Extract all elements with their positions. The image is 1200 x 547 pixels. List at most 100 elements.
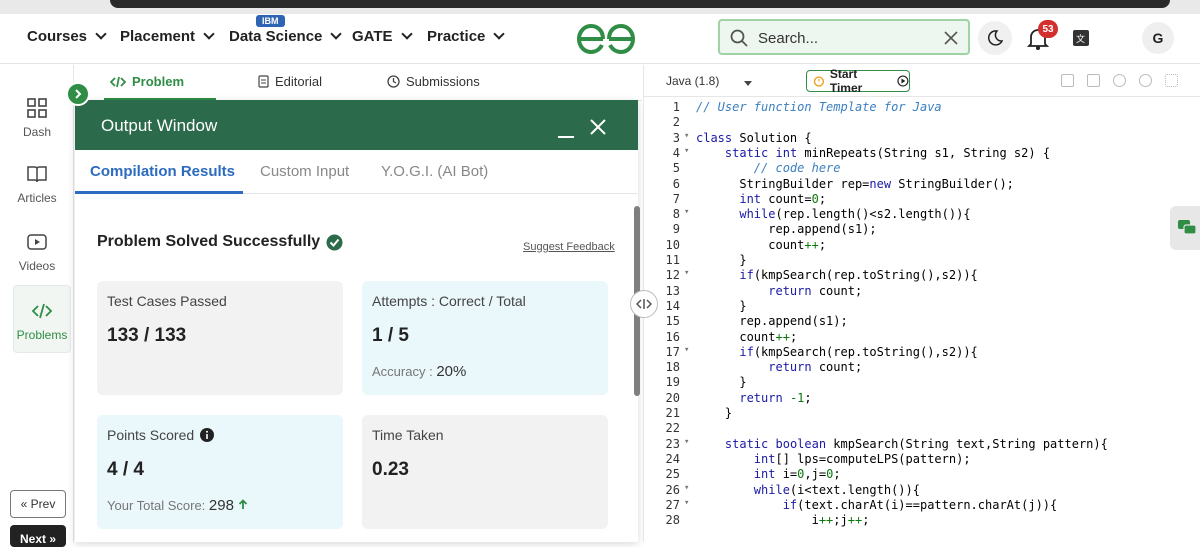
code-line[interactable]: 20 return -1; <box>644 391 1200 406</box>
code-line[interactable]: 18 return count; <box>644 360 1200 375</box>
fold-arrow-icon[interactable]: ▾ <box>684 207 689 217</box>
panel-resize-handle[interactable] <box>630 290 658 318</box>
code-line[interactable]: 17 ▾ if(kmpSearch(rep.toString(),s2)){ <box>644 345 1200 360</box>
nav-data-science-label: Data Science <box>229 28 323 45</box>
language-select[interactable]: Java (1.8) <box>666 74 719 88</box>
tab-custom-input[interactable]: Custom Input <box>260 163 349 180</box>
clear-search-icon[interactable] <box>944 31 958 45</box>
next-button[interactable]: Next » <box>10 525 66 547</box>
points-label-wrap: Points Scored <box>107 427 215 443</box>
nav-practice[interactable]: Practice <box>427 28 506 45</box>
ibm-badge: IBM <box>256 15 285 27</box>
sidebar-item-videos[interactable]: Videos <box>0 231 74 273</box>
tab-submissions[interactable]: Submissions <box>387 74 480 89</box>
line-number: 25 <box>665 467 680 482</box>
copy-icon[interactable] <box>1061 74 1074 87</box>
status-message: Problem Solved Successfully <box>97 233 343 251</box>
translate-icon[interactable]: 文 <box>1072 29 1090 47</box>
document-icon <box>258 75 269 88</box>
code-line[interactable]: 15 rep.append(s1); <box>644 314 1200 329</box>
code-line[interactable]: 22 <box>644 421 1200 436</box>
sidebar-item-articles[interactable]: Articles <box>0 163 74 205</box>
code-line[interactable]: 23 ▾ static boolean kmpSearch(String text… <box>644 437 1200 452</box>
grid-icon <box>27 98 47 118</box>
dark-mode-toggle[interactable] <box>978 21 1012 55</box>
chat-button[interactable] <box>1170 206 1200 250</box>
gfg-logo-icon[interactable] <box>575 22 637 56</box>
code-line[interactable]: 10 count++; <box>644 238 1200 253</box>
code-line[interactable]: 14 } <box>644 299 1200 314</box>
tab-editorial[interactable]: Editorial <box>258 74 322 89</box>
code-line[interactable]: 3 ▾ class Solution { <box>644 131 1200 146</box>
line-number: 22 <box>665 421 680 436</box>
nav-courses[interactable]: Courses <box>27 28 107 45</box>
tab-problem[interactable]: Problem <box>110 74 184 89</box>
code-line[interactable]: 9 rep.append(s1); <box>644 222 1200 237</box>
sidebar-item-problems[interactable]: Problems <box>13 285 71 353</box>
code-line[interactable]: 19 } <box>644 375 1200 390</box>
fold-arrow-icon[interactable]: ▾ <box>684 437 689 447</box>
fullscreen-icon[interactable] <box>1165 74 1178 87</box>
code-line[interactable]: 5 // code here <box>644 161 1200 176</box>
sidebar-item-label: Dash <box>22 125 51 139</box>
code-text: static int minRepeats(String s1, String … <box>724 145 1051 160</box>
tab-yogi-ai-bot[interactable]: Y.O.G.I. (AI Bot) <box>381 163 488 180</box>
editor-toolbar: Java (1.8) Start Timer <box>643 65 1200 97</box>
start-timer-button[interactable]: Start Timer <box>806 67 910 95</box>
line-number: 27 <box>665 497 680 512</box>
suggest-feedback-link[interactable]: Suggest Feedback <box>523 241 615 253</box>
code-line[interactable]: 12 ▾ if(kmpSearch(rep.toString(),s2)){ <box>644 268 1200 283</box>
status-text: Problem Solved Successfully <box>97 233 321 250</box>
code-line[interactable]: 21 } <box>644 406 1200 421</box>
notification-badge: 53 <box>1038 20 1058 38</box>
prev-button[interactable]: « Prev <box>10 490 66 518</box>
nav-courses-label: Courses <box>27 28 88 45</box>
search-input[interactable]: Search... <box>758 30 818 47</box>
info-icon[interactable] <box>200 428 215 442</box>
expand-panel-button[interactable] <box>66 82 90 106</box>
code-line[interactable]: 6 StringBuilder rep=new StringBuilder(); <box>644 177 1200 192</box>
code-line[interactable]: 1 // User function Template for Java <box>644 100 1200 115</box>
code-line[interactable]: 2 <box>644 115 1200 130</box>
code-line[interactable]: 13 return count; <box>644 284 1200 299</box>
code-line[interactable]: 28 i++;j++; <box>644 513 1200 528</box>
reset-icon[interactable] <box>1139 74 1152 87</box>
chevron-down-icon <box>493 28 506 40</box>
nav-placement[interactable]: Placement <box>120 28 215 45</box>
avatar[interactable]: G <box>1142 22 1174 54</box>
code-line[interactable]: 24 int[] lps=computeLPS(pattern); <box>644 452 1200 467</box>
tab-compilation-results[interactable]: Compilation Results <box>90 163 235 180</box>
close-icon[interactable] <box>589 118 607 136</box>
nav-data-science[interactable]: Data Science <box>229 28 343 45</box>
minimize-icon[interactable] <box>558 136 574 138</box>
fold-arrow-icon[interactable]: ▾ <box>684 498 689 508</box>
code-icon <box>110 76 126 87</box>
code-line[interactable]: 8 ▾ while(rep.length()<s2.length()){ <box>644 207 1200 222</box>
code-line[interactable]: 16 count++; <box>644 330 1200 345</box>
fold-arrow-icon[interactable]: ▾ <box>684 345 689 355</box>
chevron-right-icon <box>75 89 82 99</box>
code-editor[interactable]: 1 // User function Template for Java 2 3 ▾ cl… <box>643 97 1200 542</box>
line-number: 10 <box>665 237 680 252</box>
points-value: 4 / 4 <box>107 459 144 480</box>
active-tab-indicator <box>75 191 243 194</box>
code-text: return -1; <box>739 390 812 405</box>
resize-icon <box>636 299 652 309</box>
code-line[interactable]: 25 int i=0,j=0; <box>644 467 1200 482</box>
code-line[interactable]: 11 } <box>644 253 1200 268</box>
settings-icon[interactable] <box>1113 74 1126 87</box>
fold-arrow-icon[interactable]: ▾ <box>684 268 689 278</box>
code-line[interactable]: 7 int count=0; <box>644 192 1200 207</box>
nav-gate[interactable]: GATE <box>352 28 413 45</box>
code-line[interactable]: 27 ▾ if(text.charAt(i)==pattern.charAt(j)… <box>644 498 1200 513</box>
fold-arrow-icon[interactable]: ▾ <box>684 483 689 493</box>
code-line[interactable]: 4 ▾ static int minRepeats(String s1, Stri… <box>644 146 1200 161</box>
export-icon[interactable] <box>1087 74 1100 87</box>
code-line[interactable]: 26 ▾ while(i<text.length()){ <box>644 483 1200 498</box>
line-number: 18 <box>665 360 680 375</box>
search-box[interactable]: Search... <box>718 19 970 55</box>
attempts-label: Attempts : Correct / Total <box>372 293 526 309</box>
sidebar-item-dash[interactable]: Dash <box>0 97 74 139</box>
fold-arrow-icon[interactable]: ▾ <box>684 131 689 141</box>
fold-arrow-icon[interactable]: ▾ <box>684 146 689 156</box>
